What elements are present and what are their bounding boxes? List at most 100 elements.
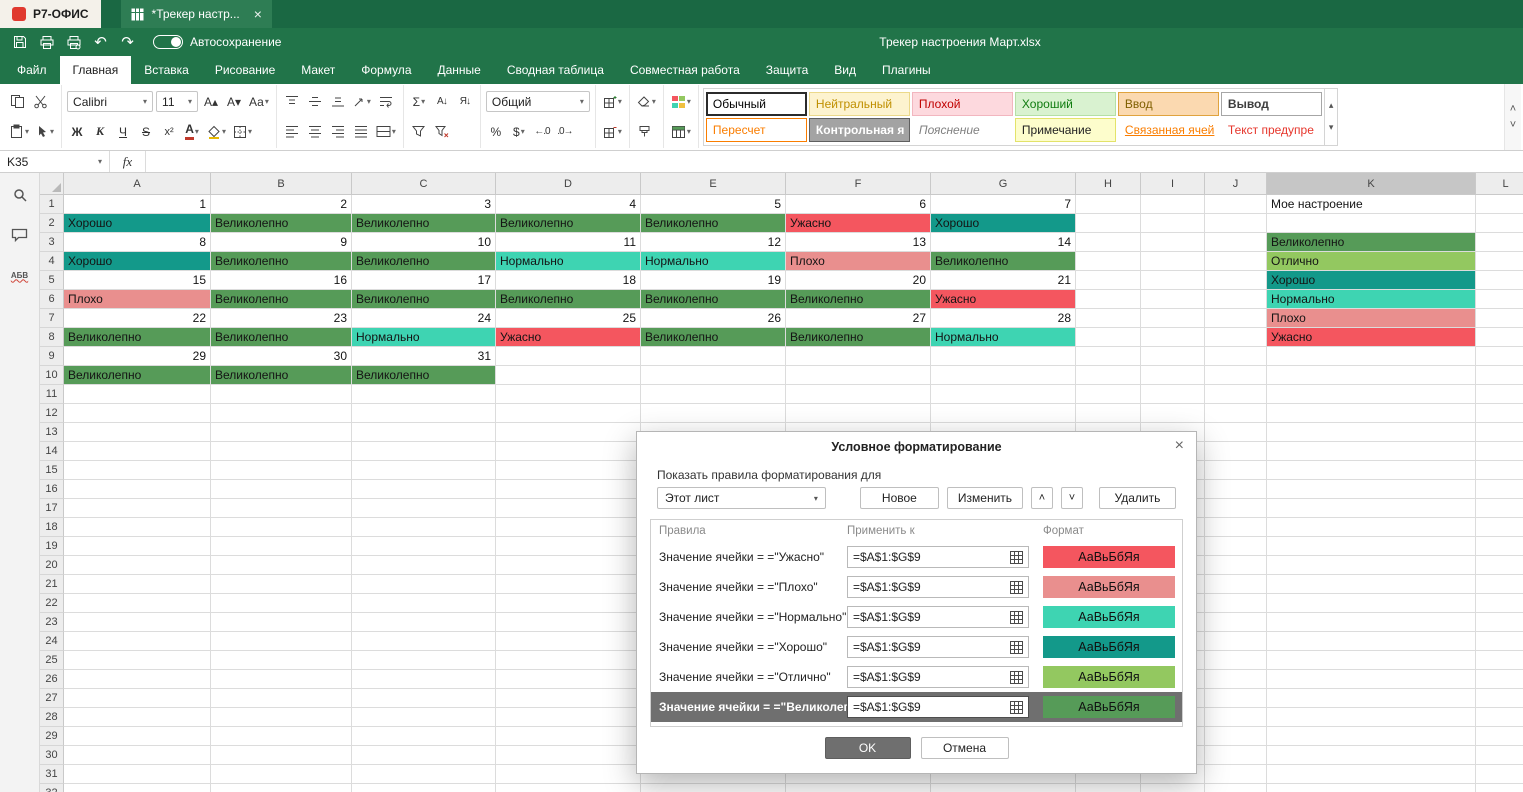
column-header-G[interactable]: G (931, 173, 1076, 194)
cell-K9[interactable] (1267, 347, 1476, 366)
cell-H5[interactable] (1076, 271, 1141, 290)
cell-K4[interactable]: Отлично (1267, 252, 1476, 271)
cell-L14[interactable] (1476, 442, 1523, 461)
cell-E8[interactable]: Великолепно (641, 328, 786, 347)
select-range-icon[interactable] (1010, 701, 1023, 714)
select-button[interactable]: ▾ (34, 121, 56, 142)
cell-G9[interactable] (931, 347, 1076, 366)
insert-cells-button[interactable]: ▾ (601, 91, 624, 112)
cell-L30[interactable] (1476, 746, 1523, 765)
cell-J32[interactable] (1205, 784, 1267, 792)
cell-D13[interactable] (496, 423, 641, 442)
italic-button[interactable]: К (90, 121, 110, 142)
increase-decimal-button[interactable]: .0→ (555, 121, 575, 142)
cell-A13[interactable] (64, 423, 211, 442)
cell-E2[interactable]: Великолепно (641, 214, 786, 233)
cell-I10[interactable] (1141, 366, 1205, 385)
cell-A14[interactable] (64, 442, 211, 461)
cell-E5[interactable]: 19 (641, 271, 786, 290)
cell-L20[interactable] (1476, 556, 1523, 575)
row-header-5[interactable]: 5 (40, 271, 64, 290)
cell-I12[interactable] (1141, 404, 1205, 423)
cell-B29[interactable] (211, 727, 352, 746)
cell-H6[interactable] (1076, 290, 1141, 309)
menu-tab-pivot-table[interactable]: Сводная таблица (494, 56, 617, 84)
cell-style-row1-4[interactable]: Хороший (1015, 92, 1116, 116)
align-center-icon[interactable] (305, 121, 325, 142)
cell-K12[interactable] (1267, 404, 1476, 423)
cell-K31[interactable] (1267, 765, 1476, 784)
cell-K18[interactable] (1267, 518, 1476, 537)
rule-range-input[interactable]: =$A$1:$G$9 (847, 636, 1029, 658)
cell-J11[interactable] (1205, 385, 1267, 404)
cell-A2[interactable]: Хорошо (64, 214, 211, 233)
cell-G10[interactable] (931, 366, 1076, 385)
cell-K14[interactable] (1267, 442, 1476, 461)
cell-L19[interactable] (1476, 537, 1523, 556)
cell-I8[interactable] (1141, 328, 1205, 347)
cell-D21[interactable] (496, 575, 641, 594)
cell-C10[interactable]: Великолепно (352, 366, 496, 385)
format-painter-button[interactable] (635, 121, 655, 142)
print-button[interactable] (33, 30, 60, 54)
cell-C22[interactable] (352, 594, 496, 613)
move-rule-up-button[interactable]: ˄ (1031, 487, 1053, 509)
rule-range-input[interactable]: =$A$1:$G$9 (847, 576, 1029, 598)
cell-G12[interactable] (931, 404, 1076, 423)
cell-D22[interactable] (496, 594, 641, 613)
undo-button[interactable]: ↶ (87, 30, 114, 54)
row-header-28[interactable]: 28 (40, 708, 64, 727)
cell-F8[interactable]: Великолепно (786, 328, 931, 347)
menu-tab-data[interactable]: Данные (425, 56, 494, 84)
cell-C5[interactable]: 17 (352, 271, 496, 290)
cell-K21[interactable] (1267, 575, 1476, 594)
cell-D20[interactable] (496, 556, 641, 575)
cell-J18[interactable] (1205, 518, 1267, 537)
conditional-formatting-dropdown-icon[interactable]: ▾ (687, 98, 691, 106)
cell-L31[interactable] (1476, 765, 1523, 784)
cell-F3[interactable]: 13 (786, 233, 931, 252)
cell-L22[interactable] (1476, 594, 1523, 613)
cell-D25[interactable] (496, 651, 641, 670)
currency-dropdown-icon[interactable]: ▾ (521, 128, 525, 136)
cell-L4[interactable] (1476, 252, 1523, 271)
cell-J14[interactable] (1205, 442, 1267, 461)
cell-H12[interactable] (1076, 404, 1141, 423)
row-header-15[interactable]: 15 (40, 461, 64, 480)
cell-style-row1-3[interactable]: Плохой (912, 92, 1013, 116)
cell-J27[interactable] (1205, 689, 1267, 708)
cell-B27[interactable] (211, 689, 352, 708)
cell-H11[interactable] (1076, 385, 1141, 404)
cell-B11[interactable] (211, 385, 352, 404)
borders-button[interactable]: ▾ (231, 121, 254, 142)
font-name-dropdown-icon[interactable]: ▾ (143, 98, 147, 106)
row-header-29[interactable]: 29 (40, 727, 64, 746)
cell-L3[interactable] (1476, 233, 1523, 252)
cell-L13[interactable] (1476, 423, 1523, 442)
cell-K11[interactable] (1267, 385, 1476, 404)
cell-D17[interactable] (496, 499, 641, 518)
cell-J1[interactable] (1205, 195, 1267, 214)
cell-J12[interactable] (1205, 404, 1267, 423)
cell-B26[interactable] (211, 670, 352, 689)
cell-D4[interactable]: Нормально (496, 252, 641, 271)
cell-L10[interactable] (1476, 366, 1523, 385)
cell-C32[interactable] (352, 784, 496, 792)
cell-K2[interactable] (1267, 214, 1476, 233)
decrease-font-button[interactable]: А▾ (224, 91, 244, 112)
cell-L12[interactable] (1476, 404, 1523, 423)
conditional-formatting-button[interactable]: ▾ (669, 91, 693, 112)
cell-F9[interactable] (786, 347, 931, 366)
cell-D19[interactable] (496, 537, 641, 556)
clear-filter-button[interactable] (432, 121, 452, 142)
cell-A4[interactable]: Хорошо (64, 252, 211, 271)
cell-E6[interactable]: Великолепно (641, 290, 786, 309)
cell-J15[interactable] (1205, 461, 1267, 480)
row-header-17[interactable]: 17 (40, 499, 64, 518)
cell-B2[interactable]: Великолепно (211, 214, 352, 233)
row-header-26[interactable]: 26 (40, 670, 64, 689)
cell-L32[interactable] (1476, 784, 1523, 792)
cell-B32[interactable] (211, 784, 352, 792)
autosum-button[interactable]: Σ▾ (409, 91, 429, 112)
insert-function-button[interactable]: fx (110, 151, 146, 172)
